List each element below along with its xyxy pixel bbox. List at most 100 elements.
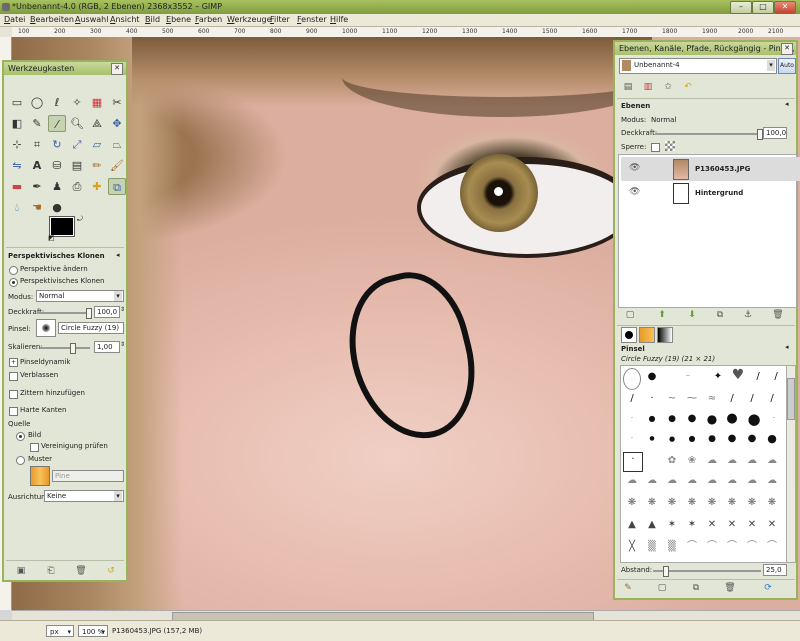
move-tool-icon[interactable]: ✥ (108, 115, 126, 132)
duplicate-brush-icon[interactable]: ⧉ (689, 582, 703, 594)
brushes-tab-icon[interactable] (621, 327, 637, 343)
brush-cell[interactable]: ● (685, 412, 699, 426)
spacing-slider[interactable] (653, 566, 761, 577)
brush-cell[interactable]: ☁ (705, 474, 719, 488)
rotate-tool-icon[interactable]: ↻ (48, 136, 66, 153)
opacity-slider-handle[interactable] (86, 308, 92, 319)
brush-cell[interactable]: · (767, 412, 781, 426)
airbrush-tool-icon[interactable]: ✒ (28, 178, 46, 195)
undo-tab-icon[interactable]: ↶ (681, 81, 695, 93)
color-picker-tool-icon[interactable]: ⁄ (48, 115, 66, 132)
free-select-tool-icon[interactable]: ℓ (48, 94, 66, 111)
brush-cell[interactable]: ● (765, 432, 779, 446)
brush-cell[interactable]: ⌒ (745, 540, 759, 554)
bucket-fill-tool-icon[interactable]: ⛁ (48, 157, 66, 174)
brush-cell[interactable]: ✕ (745, 518, 759, 532)
opacity-input[interactable]: 100,0 (94, 306, 120, 318)
reset-tool-options-icon[interactable]: ↺ (104, 565, 118, 577)
brush-cell[interactable]: ● (725, 412, 739, 426)
brush-cell[interactable]: ● (705, 432, 719, 446)
brush-cell[interactable]: ⌒ (765, 540, 779, 554)
brush-cell[interactable]: ❋ (705, 496, 719, 510)
paths-tab-icon[interactable]: ✩ (661, 81, 675, 93)
brush-cell[interactable]: ·· (681, 370, 695, 384)
menu-ebene[interactable]: Ebene (166, 15, 191, 24)
shear-tool-icon[interactable]: ▱ (88, 136, 106, 153)
scale-spin-icon[interactable]: ⇕ (120, 341, 125, 348)
brush-cell[interactable]: ❋ (645, 496, 659, 510)
flip-tool-icon[interactable]: ⇋ (8, 157, 26, 174)
brush-cell[interactable]: / (725, 392, 739, 406)
patterns-tab-icon[interactable] (639, 327, 655, 343)
zoom-tool-icon[interactable]: 🔍︎ (68, 115, 86, 132)
menu-auswahl[interactable]: Auswahl (75, 15, 108, 24)
brush-cell[interactable]: ❋ (665, 496, 679, 510)
menu-filter[interactable]: Filter (270, 15, 290, 24)
brush-cell[interactable]: ● (745, 432, 759, 446)
clone-tool-icon[interactable]: ⎙ (68, 178, 86, 195)
menu-datei[interactable]: Datei (4, 15, 25, 24)
ruler-corner[interactable] (0, 27, 12, 37)
brush-cell[interactable]: ♥ (731, 368, 745, 382)
smudge-tool-icon[interactable]: ☚ (28, 199, 46, 216)
edit-brush-icon[interactable]: ✎ (621, 582, 635, 594)
brush-cell[interactable]: ⌒ (725, 540, 739, 554)
brush-cell[interactable]: ❋ (745, 496, 759, 510)
brushes-menu-icon[interactable]: ◂ (785, 343, 789, 351)
brushes-scrollbar[interactable] (786, 365, 796, 563)
source-image-radio[interactable] (16, 432, 25, 441)
menu-werkzeuge[interactable]: Werkzeuge (227, 15, 272, 24)
brushes-grid[interactable]: ● ·· ✦ ♥ / / / · ~ ⁓ ≈ / / / · ● ● ● ● ●… (620, 365, 788, 563)
brush-cell[interactable]: ▲ (645, 518, 659, 532)
brush-cell[interactable]: ▒ (665, 540, 679, 554)
ink-tool-icon[interactable]: ♟ (48, 178, 66, 195)
measure-tool-icon[interactable]: ⟁ (88, 115, 106, 132)
radio-perspective-clone[interactable] (9, 278, 18, 287)
brush-cell[interactable]: ☁ (765, 474, 779, 488)
brush-cell-selected[interactable]: · (623, 452, 643, 472)
brush-cell[interactable]: ❋ (625, 496, 639, 510)
brush-preview[interactable] (36, 319, 56, 337)
menu-farben[interactable]: Farben (195, 15, 222, 24)
brush-cell[interactable]: ⌒ (685, 540, 699, 554)
layers-mode-value[interactable]: Normal (651, 116, 676, 124)
brush-cell[interactable]: · (645, 392, 659, 406)
brush-cell[interactable]: ☁ (745, 454, 759, 468)
scissors-tool-icon[interactable]: ✂ (108, 94, 126, 111)
layers-opacity-input[interactable]: 100,0 (763, 127, 787, 139)
heal-tool-icon[interactable]: ✚ (88, 178, 106, 195)
menu-ansicht[interactable]: Ansicht (110, 15, 140, 24)
opacity-spin-icon[interactable]: ⇕ (120, 306, 125, 313)
toolbox-close-button[interactable]: ✕ (111, 63, 123, 75)
brush-cell[interactable]: ✦ (711, 370, 725, 384)
layers-menu-icon[interactable]: ◂ (785, 100, 789, 108)
brush-cell[interactable]: ▲ (625, 518, 639, 532)
opacity-slider[interactable] (38, 308, 92, 319)
brush-cell[interactable]: ☁ (665, 474, 679, 488)
brush-cell[interactable]: ✿ (665, 454, 679, 468)
brush-cell[interactable]: ✶ (665, 518, 679, 532)
default-colors-icon[interactable]: ◩ (48, 234, 55, 242)
brush-cell[interactable]: / (751, 370, 765, 384)
lock-pixels-checkbox[interactable] (651, 143, 660, 152)
zoom-selector[interactable]: 100 % ▾ (78, 625, 108, 637)
scale-slider-handle[interactable] (70, 343, 76, 354)
brush-cell[interactable]: ❋ (685, 496, 699, 510)
jitter-checkbox[interactable] (9, 390, 18, 399)
menu-bild[interactable]: Bild (145, 15, 160, 24)
brush-cell[interactable]: ● (645, 412, 659, 426)
brush-cell[interactable]: ☁ (645, 474, 659, 488)
brush-cell[interactable]: ☁ (685, 474, 699, 488)
fuzzy-select-tool-icon[interactable]: ✧ (68, 94, 86, 111)
layers-tab-icon[interactable]: ▤ (621, 81, 635, 93)
brush-cell[interactable]: ● (665, 432, 679, 446)
paintbrush-tool-icon[interactable]: 🖌︎ (108, 157, 126, 174)
menu-hilfe[interactable]: Hilfe (330, 15, 348, 24)
brush-cell[interactable]: ❋ (725, 496, 739, 510)
minimize-button[interactable]: – (730, 1, 752, 14)
brush-cell[interactable]: ≈ (705, 392, 719, 406)
scale-slider[interactable] (40, 343, 90, 354)
brush-cell[interactable]: ☁ (765, 454, 779, 468)
brush-cell[interactable]: ❀ (685, 454, 699, 468)
delete-layer-icon[interactable]: 🗑︎ (771, 309, 785, 321)
